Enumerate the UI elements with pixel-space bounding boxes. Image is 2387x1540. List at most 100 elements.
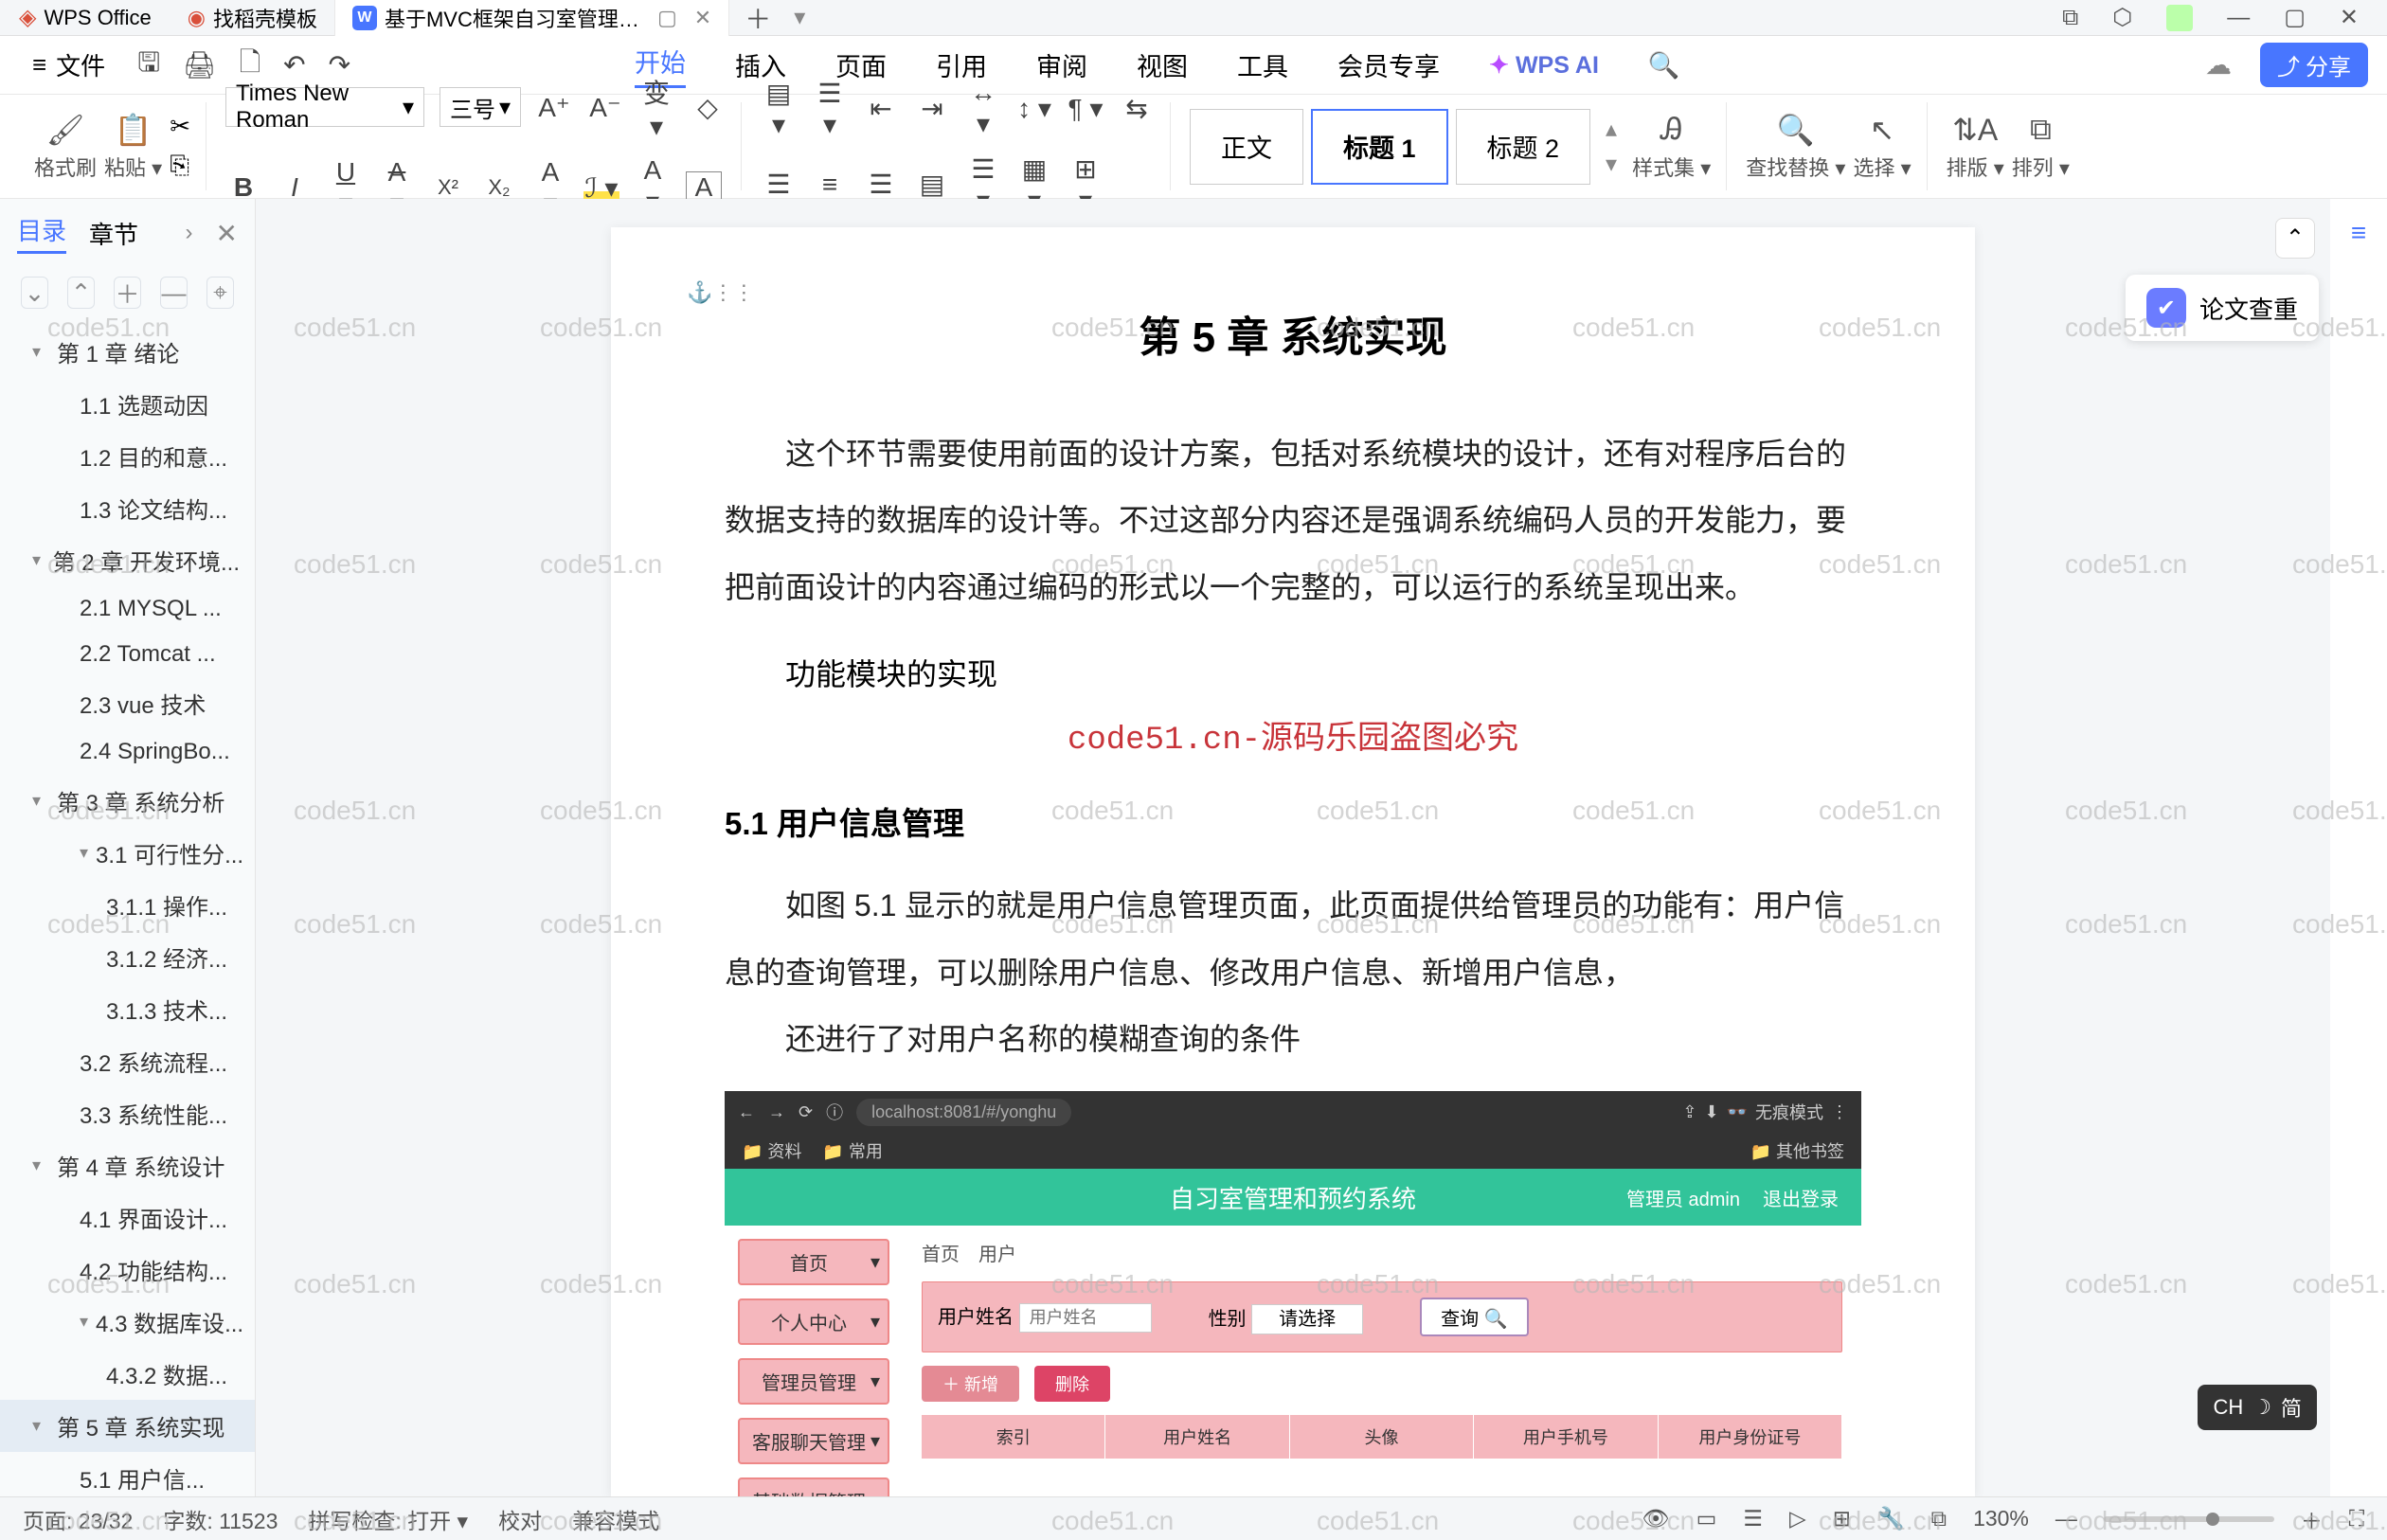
outline-item[interactable]: 3.1.3 技术...: [0, 983, 255, 1035]
phonetic-icon[interactable]: 变 ▾: [638, 73, 674, 142]
view-page-icon[interactable]: ▭: [1696, 1506, 1717, 1531]
menu-tools[interactable]: 工具: [1237, 46, 1288, 83]
outline-item[interactable]: 1.1 选题动因: [0, 378, 255, 430]
zoom-value[interactable]: 130%: [1973, 1506, 2029, 1531]
copy-icon[interactable]: ⎘: [170, 151, 190, 181]
print-icon[interactable]: 🖨: [183, 49, 217, 81]
page-up-button[interactable]: ⌃: [2275, 218, 2315, 259]
view-tools-icon[interactable]: 🔧: [1877, 1506, 1905, 1531]
superscript-icon[interactable]: X²: [430, 175, 466, 200]
window-minimize-icon[interactable]: —: [2227, 5, 2250, 31]
layout-icon[interactable]: ⧉: [2062, 5, 2078, 31]
view-web-icon[interactable]: ▷: [1789, 1506, 1806, 1531]
status-page[interactable]: 页面: 23/32: [23, 1503, 133, 1535]
outline-item[interactable]: ▾第 3 章 系统分析: [0, 775, 255, 827]
styleset-button[interactable]: Ꭿ 样式集 ▾: [1632, 112, 1711, 182]
search-icon[interactable]: 🔍: [1648, 50, 1680, 81]
zoom-in-icon[interactable]: ＋: [2301, 1503, 2323, 1535]
indent-inc-icon[interactable]: ⇥: [914, 93, 950, 124]
menu-vip[interactable]: 会员专享: [1337, 46, 1440, 83]
paste-button[interactable]: 📋 粘贴 ▾: [104, 112, 162, 182]
increase-font-icon[interactable]: A⁺: [536, 92, 572, 123]
status-compat[interactable]: 兼容模式: [572, 1503, 659, 1535]
arrange-button[interactable]: ⧉ 排列 ▾: [2012, 112, 2070, 182]
new-tab-button[interactable]: ＋: [729, 0, 786, 37]
format-painter-button[interactable]: 🖌 格式刷: [34, 112, 97, 182]
tab-icon[interactable]: ⇆: [1119, 93, 1155, 124]
outline-item[interactable]: 5.1 用户信...: [0, 1452, 255, 1496]
outline-item[interactable]: 1.2 目的和意...: [0, 430, 255, 482]
outline-item[interactable]: 4.3.2 数据...: [0, 1348, 255, 1400]
view-eye-icon[interactable]: 👁: [1642, 1506, 1669, 1531]
tab-close-icon[interactable]: ✕: [694, 6, 711, 30]
zoom-slider[interactable]: [2104, 1516, 2274, 1522]
clear-format-icon[interactable]: ◇: [690, 92, 726, 123]
select-button[interactable]: ↖ 选择 ▾: [1853, 112, 1911, 182]
outline-item[interactable]: ▾第 1 章 绪论: [0, 326, 255, 378]
cut-icon[interactable]: ✂: [170, 112, 190, 141]
font-size-select[interactable]: 三号▾: [440, 87, 521, 127]
outline-item[interactable]: ▾3.1 可行性分...: [0, 827, 255, 879]
cloud-icon[interactable]: ☁: [2205, 49, 2232, 81]
chevron-right-icon[interactable]: ›: [186, 220, 193, 246]
cube-icon[interactable]: ⬡: [2112, 4, 2132, 31]
style-scroll-up-icon[interactable]: ▴: [1606, 116, 1617, 143]
outline-add-icon[interactable]: ＋: [114, 277, 141, 309]
find-replace-button[interactable]: 🔍 查找替换 ▾: [1746, 112, 1845, 182]
align-left-icon[interactable]: ☰: [761, 169, 797, 200]
align-right-icon[interactable]: ☰: [863, 169, 899, 200]
outline-item[interactable]: 4.2 功能结构...: [0, 1244, 255, 1296]
outline-remove-icon[interactable]: —: [160, 277, 188, 309]
outline-tab-chapter[interactable]: 章节: [89, 216, 138, 251]
outline-expand-icon[interactable]: ⌃: [67, 277, 95, 309]
outline-item[interactable]: ▾第 5 章 系统实现: [0, 1400, 255, 1452]
style-scroll-down-icon[interactable]: ▾: [1606, 151, 1617, 178]
status-proof[interactable]: 校对: [498, 1503, 542, 1535]
document-area[interactable]: ⚓⋮⋮ 第 5 章 系统实现 这个环节需要使用前面的设计方案，包括对系统模块的设…: [256, 199, 2330, 1496]
file-menu[interactable]: ≡ 文件: [19, 47, 118, 82]
outline-item[interactable]: 2.3 vue 技术: [0, 677, 255, 729]
menu-wps-ai[interactable]: ✦ WPS AI: [1489, 51, 1599, 80]
align-center-icon[interactable]: ≡: [812, 170, 848, 200]
outline-item[interactable]: 2.2 Tomcat ...: [0, 632, 255, 677]
outline-item[interactable]: 2.1 MYSQL ...: [0, 586, 255, 632]
outline-item[interactable]: 1.3 论文结构...: [0, 482, 255, 534]
outline-item[interactable]: 3.1.1 操作...: [0, 879, 255, 931]
style-heading1[interactable]: 标题 1: [1311, 109, 1448, 185]
hamburger-icon[interactable]: ≡: [2351, 218, 2366, 248]
view-outline-icon[interactable]: ☰: [1743, 1506, 1763, 1531]
outline-link-icon[interactable]: ⌖: [206, 277, 234, 309]
zoom-out-icon[interactable]: —: [2055, 1506, 2077, 1531]
sort-button[interactable]: ⇅A 排版 ▾: [1947, 112, 2004, 182]
outline-item[interactable]: 4.1 界面设计...: [0, 1191, 255, 1244]
share-button[interactable]: ⤴ 分享: [2260, 43, 2368, 87]
outline-item[interactable]: ▾第 4 章 系统设计: [0, 1139, 255, 1191]
outline-item[interactable]: 3.3 系统性能...: [0, 1087, 255, 1139]
view-read-icon[interactable]: ⊞: [1833, 1506, 1851, 1531]
window-maximize-icon[interactable]: ▢: [2284, 4, 2306, 31]
tab-menu-dropdown[interactable]: ▾: [786, 4, 813, 31]
indent-dec-icon[interactable]: ⇤: [863, 93, 899, 124]
close-outline-icon[interactable]: ✕: [216, 218, 238, 249]
bullet-list-icon[interactable]: ▤ ▾: [761, 78, 797, 140]
font-name-select[interactable]: Times New Roman▾: [225, 87, 424, 127]
tab-document[interactable]: W 基于MVC框架自习室管理和预... ▢ ✕: [335, 0, 729, 36]
tab-dk-template[interactable]: ◉ 找稻壳模板: [170, 0, 335, 36]
outline-tab-toc[interactable]: 目录: [17, 212, 66, 254]
outline-item[interactable]: 3.2 系统流程...: [0, 1035, 255, 1087]
tab-present-icon[interactable]: ▢: [657, 6, 677, 30]
outline-item[interactable]: 2.4 SpringBo...: [0, 729, 255, 775]
subscript-icon[interactable]: X₂: [481, 175, 517, 200]
status-words[interactable]: 字数: 11523: [163, 1503, 278, 1535]
avatar-icon[interactable]: [2166, 5, 2193, 31]
outline-item[interactable]: 3.1.2 经济...: [0, 931, 255, 983]
save-icon[interactable]: 🖫: [137, 43, 160, 88]
char-scale-icon[interactable]: ↔ ▾: [965, 78, 1001, 139]
window-close-icon[interactable]: ✕: [2340, 4, 2359, 31]
outline-collapse-icon[interactable]: ⌄: [21, 277, 48, 309]
view-split-icon[interactable]: ⧉: [1931, 1506, 1947, 1531]
style-normal[interactable]: 正文: [1190, 109, 1303, 185]
outline-item[interactable]: ▾4.3 数据库设...: [0, 1296, 255, 1348]
style-heading2[interactable]: 标题 2: [1456, 109, 1591, 185]
fullscreen-icon[interactable]: ⛶: [2349, 1506, 2364, 1531]
